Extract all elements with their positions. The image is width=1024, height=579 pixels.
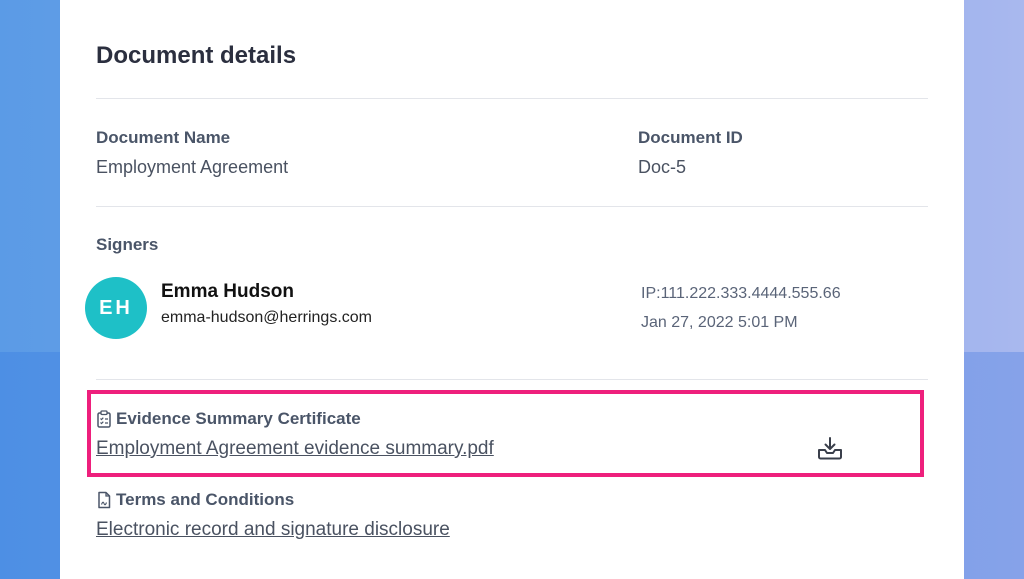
divider (96, 379, 928, 380)
evidence-highlight-box (87, 390, 924, 477)
document-name-label: Document Name (96, 128, 231, 147)
evidence-summary-link[interactable]: Employment Agreement evidence summary.pd… (96, 438, 494, 460)
page-title: Document details (96, 42, 297, 69)
document-icon (98, 491, 111, 509)
signer-ip: IP:111.222.333.4444.555.66 (641, 285, 841, 302)
document-name-value: Employment Agreement (96, 157, 289, 177)
divider (96, 98, 928, 99)
download-tray-icon[interactable] (817, 436, 843, 460)
document-details-panel: Document details Document Name Employmen… (60, 0, 964, 579)
divider (96, 206, 928, 207)
avatar: EH (85, 277, 147, 339)
document-id-label: Document ID (638, 128, 743, 147)
signer-timestamp: Jan 27, 2022 5:01 PM (641, 314, 798, 331)
signers-label: Signers (96, 235, 159, 254)
disclosure-link[interactable]: Electronic record and signature disclosu… (96, 519, 450, 541)
clipboard-checklist-icon (97, 410, 111, 428)
signer-name: Emma Hudson (161, 281, 295, 302)
signer-email: emma-hudson@herrings.com (161, 309, 372, 326)
terms-heading-label: Terms and Conditions (116, 490, 295, 509)
terms-heading: Terms and Conditions (96, 490, 294, 510)
evidence-heading-label: Evidence Summary Certificate (116, 409, 361, 428)
evidence-heading: Evidence Summary Certificate (96, 409, 361, 429)
document-id-value: Doc-5 (638, 157, 687, 177)
